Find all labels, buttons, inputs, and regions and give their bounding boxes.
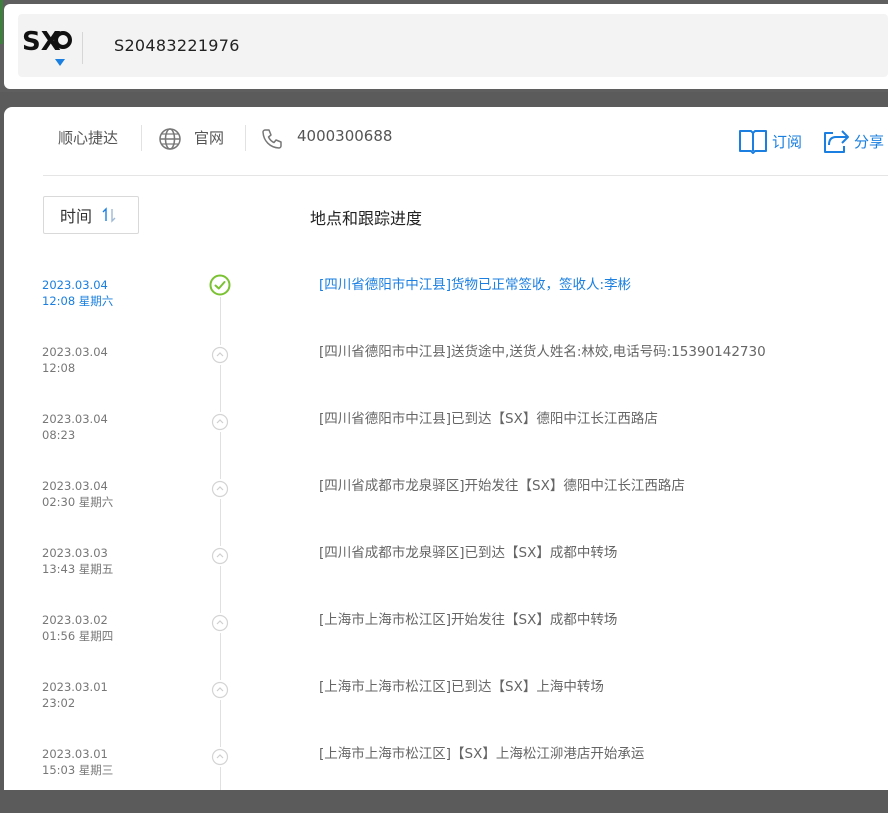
event-date: 2023.03.04 <box>42 479 108 493</box>
chevron-up-circle-icon <box>210 613 230 633</box>
tracking-event: 2023.03.02 01:56 星期四 [上海市上海市松江区]开始发往【SX】成都… <box>4 612 888 679</box>
chevron-up-circle-icon <box>210 479 230 499</box>
window-edge <box>0 0 3 44</box>
event-datetime: 2023.03.04 12:08 星期六 <box>42 277 113 309</box>
tracking-result-card: 顺心捷达 官网 4000300688 订阅 分享 时间 地点和跟踪进度 2023… <box>4 107 888 790</box>
event-time: 08:23 <box>42 428 76 442</box>
chevron-up-circle-icon <box>210 546 230 566</box>
event-date: 2023.03.04 <box>42 412 108 426</box>
tracking-number-input[interactable]: S20483221976 <box>114 14 240 77</box>
location-progress-header: 地点和跟踪进度 <box>310 209 423 228</box>
event-time: 12:08 星期六 <box>42 294 114 308</box>
tracking-event: 2023.03.01 15:03 星期三 [上海市上海市松江区]【SX】上海松江泖港… <box>4 746 888 813</box>
event-time: 15:03 星期三 <box>42 763 114 777</box>
subscribe-button[interactable]: 订阅 <box>738 127 802 155</box>
tracking-event: 2023.03.04 02:30 星期六 [四川省成都市龙泉驿区]开始发往【SX】德… <box>4 478 888 545</box>
sx-logo-icon: SX <box>22 27 72 55</box>
event-date: 2023.03.02 <box>42 613 108 627</box>
subscribe-label: 订阅 <box>772 132 803 151</box>
tracking-event: 2023.03.01 23:02 [上海市上海市松江区]已到达【SX】上海中转场 <box>4 679 888 746</box>
tracking-event: 2023.03.04 12:08 [四川省德阳市中江县]送货途中,送货人姓名:林姣,… <box>4 344 888 411</box>
event-datetime: 2023.03.04 02:30 星期六 <box>42 478 113 510</box>
tracking-event: 2023.03.04 12:08 星期六 [四川省德阳市中江县]货物已正常签收，签收… <box>4 274 888 344</box>
event-time: 23:02 <box>42 696 76 710</box>
event-time: 13:43 星期五 <box>42 562 114 576</box>
event-description: [四川省德阳市中江县]已到达【SX】德阳中江长江西路店 <box>319 411 658 427</box>
event-datetime: 2023.03.04 08:23 <box>42 411 108 443</box>
time-sort-label: 时间 <box>60 207 93 226</box>
divider <box>43 175 888 176</box>
divider <box>245 125 246 151</box>
search-card: SX S20483221976 <box>4 4 888 89</box>
chevron-up-circle-icon <box>210 747 230 767</box>
divider <box>82 32 83 64</box>
chevron-up-circle-icon <box>210 680 230 700</box>
search-bar: SX S20483221976 <box>18 14 888 77</box>
event-description: [四川省德阳市中江县]送货途中,送货人姓名:林姣,电话号码:1539014273… <box>319 344 766 360</box>
event-datetime: 2023.03.01 15:03 星期三 <box>42 746 113 778</box>
divider <box>141 125 142 151</box>
tracking-event: 2023.03.04 08:23 [四川省德阳市中江县]已到达【SX】德阳中江长江西… <box>4 411 888 478</box>
event-date: 2023.03.04 <box>42 345 108 359</box>
event-description: [四川省成都市龙泉驿区]开始发往【SX】德阳中江长江西路店 <box>319 478 685 494</box>
event-description: [上海市上海市松江区]开始发往【SX】成都中转场 <box>319 612 618 628</box>
carrier-name: 顺心捷达 <box>58 129 119 147</box>
event-date: 2023.03.01 <box>42 680 108 694</box>
chevron-down-icon[interactable] <box>55 59 65 66</box>
event-date: 2023.03.04 <box>42 278 108 292</box>
event-time: 02:30 星期六 <box>42 495 114 509</box>
sort-arrows-icon <box>102 207 116 223</box>
event-date: 2023.03.01 <box>42 747 108 761</box>
official-website-link[interactable]: 官网 <box>194 127 224 148</box>
share-label: 分享 <box>854 132 885 151</box>
event-description: [四川省成都市龙泉驿区]已到达【SX】成都中转场 <box>319 545 618 561</box>
chevron-up-circle-icon <box>210 412 230 432</box>
event-description: [四川省德阳市中江县]货物已正常签收，签收人:李彬 <box>319 277 632 293</box>
check-circle-icon <box>209 274 231 296</box>
carrier-info-bar: 顺心捷达 官网 4000300688 订阅 分享 <box>4 107 888 175</box>
share-icon <box>824 130 849 153</box>
share-button[interactable]: 分享 <box>822 127 884 155</box>
event-datetime: 2023.03.01 23:02 <box>42 679 108 711</box>
event-datetime: 2023.03.02 01:56 星期四 <box>42 612 113 644</box>
event-datetime: 2023.03.04 12:08 <box>42 344 108 376</box>
phone-icon <box>262 129 282 149</box>
event-time: 12:08 <box>42 361 76 375</box>
time-sort-button[interactable]: 时间 <box>43 196 139 234</box>
chevron-up-circle-icon <box>210 345 230 365</box>
book-icon <box>739 130 767 154</box>
event-time: 01:56 星期四 <box>42 629 114 643</box>
event-date: 2023.03.03 <box>42 546 108 560</box>
carrier-logo-selector[interactable]: SX <box>18 14 74 77</box>
tracking-event: 2023.03.03 13:43 星期五 [四川省成都市龙泉驿区]已到达【SX】成都… <box>4 545 888 612</box>
event-description: [上海市上海市松江区]已到达【SX】上海中转场 <box>319 679 604 695</box>
event-datetime: 2023.03.03 13:43 星期五 <box>42 545 113 577</box>
event-description: [上海市上海市松江区]【SX】上海松江泖港店开始承运 <box>319 746 645 762</box>
phone-number[interactable]: 4000300688 <box>297 127 392 145</box>
globe-icon <box>159 128 181 150</box>
